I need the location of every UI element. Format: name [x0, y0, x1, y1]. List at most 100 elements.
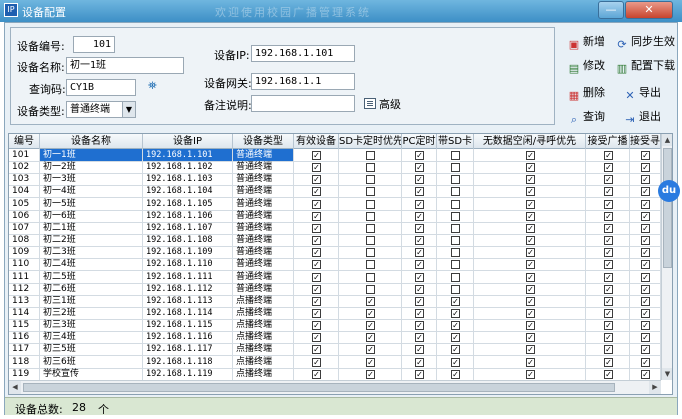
scroll-left-icon[interactable]: ◀: [9, 381, 21, 394]
column-header[interactable]: PC定时: [402, 134, 437, 149]
column-header[interactable]: 设备类型: [233, 134, 294, 149]
checkbox-checked[interactable]: ✓: [604, 211, 613, 221]
scroll-down-icon[interactable]: ▼: [662, 368, 672, 380]
checkbox-checked[interactable]: ✓: [641, 199, 650, 209]
device-ip-field[interactable]: 192.168.1.101: [251, 45, 355, 62]
checkbox-checked[interactable]: ✓: [641, 211, 650, 221]
checkbox-unchecked[interactable]: [366, 236, 375, 246]
checkbox-checked[interactable]: ✓: [312, 369, 321, 379]
table-row[interactable]: 105 初一5班 192.168.1.105 普通终端 ✓ ✓ ✓ ✓ ✓: [9, 197, 661, 211]
checkbox-checked[interactable]: ✓: [641, 248, 650, 258]
checkbox-checked[interactable]: ✓: [312, 260, 321, 270]
checkbox-checked[interactable]: ✓: [641, 236, 650, 246]
checkbox-checked[interactable]: ✓: [312, 284, 321, 294]
network-lookup-icon[interactable]: ⛯: [148, 80, 162, 92]
checkbox-checked[interactable]: ✓: [526, 211, 535, 221]
checkbox-checked[interactable]: ✓: [415, 369, 424, 379]
checkbox-checked[interactable]: ✓: [451, 321, 460, 331]
checkbox-checked[interactable]: ✓: [641, 296, 650, 306]
checkbox-checked[interactable]: ✓: [312, 321, 321, 331]
column-header[interactable]: 带SD卡: [437, 134, 474, 149]
checkbox-unchecked[interactable]: [366, 187, 375, 197]
checkbox-unchecked[interactable]: [451, 248, 460, 258]
checkbox-checked[interactable]: ✓: [604, 151, 613, 160]
checkbox-checked[interactable]: ✓: [415, 260, 424, 270]
checkbox-checked[interactable]: ✓: [641, 260, 650, 270]
advanced-button[interactable]: 高级: [364, 96, 401, 112]
table-row[interactable]: 104 初一4班 192.168.1.104 普通终端 ✓ ✓ ✓ ✓ ✓: [9, 185, 661, 199]
checkbox-checked[interactable]: ✓: [604, 236, 613, 246]
table-row[interactable]: 119 学校宣传 192.168.1.119 点播终端 ✓ ✓ ✓ ✓ ✓ ✓ ✓: [9, 367, 661, 381]
checkbox-checked[interactable]: ✓: [366, 357, 375, 367]
checkbox-checked[interactable]: ✓: [451, 345, 460, 355]
checkbox-checked[interactable]: ✓: [604, 296, 613, 306]
checkbox-checked[interactable]: ✓: [604, 223, 613, 233]
column-header[interactable]: 设备IP: [143, 134, 233, 149]
device-no-field[interactable]: 101: [73, 36, 115, 53]
gateway-field[interactable]: 192.168.1.1: [251, 73, 355, 90]
checkbox-checked[interactable]: ✓: [641, 187, 650, 197]
checkbox-checked[interactable]: ✓: [641, 151, 650, 160]
scroll-right-icon[interactable]: ▶: [649, 381, 661, 394]
checkbox-checked[interactable]: ✓: [526, 248, 535, 258]
table-row[interactable]: 112 初二6班 192.168.1.112 普通终端 ✓ ✓ ✓ ✓ ✓: [9, 282, 661, 296]
checkbox-checked[interactable]: ✓: [451, 369, 460, 379]
checkbox-checked[interactable]: ✓: [641, 272, 650, 282]
checkbox-checked[interactable]: ✓: [604, 175, 613, 185]
checkbox-checked[interactable]: ✓: [604, 369, 613, 379]
checkbox-unchecked[interactable]: [366, 151, 375, 160]
checkbox-checked[interactable]: ✓: [526, 272, 535, 282]
checkbox-checked[interactable]: ✓: [604, 260, 613, 270]
checkbox-checked[interactable]: ✓: [415, 333, 424, 343]
checkbox-checked[interactable]: ✓: [641, 321, 650, 331]
checkbox-checked[interactable]: ✓: [415, 321, 424, 331]
checkbox-checked[interactable]: ✓: [415, 187, 424, 197]
checkbox-checked[interactable]: ✓: [366, 369, 375, 379]
device-name-field[interactable]: 初一1班: [66, 57, 184, 74]
checkbox-checked[interactable]: ✓: [526, 296, 535, 306]
checkbox-unchecked[interactable]: [366, 223, 375, 233]
query-button[interactable]: ⌕ 查询: [567, 107, 605, 127]
table-row[interactable]: 114 初三2班 192.168.1.114 点播终端 ✓ ✓ ✓ ✓ ✓ ✓ ✓: [9, 306, 661, 320]
checkbox-checked[interactable]: ✓: [312, 333, 321, 343]
checkbox-checked[interactable]: ✓: [451, 333, 460, 343]
checkbox-checked[interactable]: ✓: [641, 345, 650, 355]
column-header[interactable]: SD卡定时优先: [339, 134, 402, 149]
checkbox-checked[interactable]: ✓: [526, 345, 535, 355]
checkbox-checked[interactable]: ✓: [526, 199, 535, 209]
column-header[interactable]: 接受广播: [586, 134, 630, 149]
checkbox-checked[interactable]: ✓: [415, 308, 424, 318]
table-row[interactable]: 109 初二3班 192.168.1.109 普通终端 ✓ ✓ ✓ ✓ ✓: [9, 246, 661, 260]
checkbox-checked[interactable]: ✓: [604, 308, 613, 318]
checkbox-checked[interactable]: ✓: [641, 357, 650, 367]
exit-button[interactable]: ⇥ 退出: [623, 107, 661, 127]
checkbox-checked[interactable]: ✓: [415, 199, 424, 209]
delete-button[interactable]: ▦ 删除: [567, 83, 605, 103]
checkbox-checked[interactable]: ✓: [604, 199, 613, 209]
checkbox-checked[interactable]: ✓: [604, 248, 613, 258]
scroll-up-icon[interactable]: ▲: [662, 134, 672, 146]
checkbox-checked[interactable]: ✓: [526, 175, 535, 185]
checkbox-checked[interactable]: ✓: [526, 321, 535, 331]
checkbox-unchecked[interactable]: [451, 211, 460, 221]
checkbox-unchecked[interactable]: [366, 199, 375, 209]
checkbox-checked[interactable]: ✓: [415, 345, 424, 355]
column-header[interactable]: 无数据空闲/寻呼优先: [474, 134, 586, 149]
column-header[interactable]: 接受寻呼: [630, 134, 661, 149]
edit-button[interactable]: ▤ 修改: [567, 56, 605, 76]
table-row[interactable]: 101 初一1班 192.168.1.101 普通终端 ✓ ✓ ✓ ✓ ✓: [9, 149, 661, 162]
add-button[interactable]: ▣ 新增: [567, 32, 605, 52]
vertical-scroll-thumb[interactable]: [663, 148, 672, 268]
checkbox-unchecked[interactable]: [366, 175, 375, 185]
checkbox-unchecked[interactable]: [451, 223, 460, 233]
checkbox-checked[interactable]: ✓: [526, 308, 535, 318]
checkbox-checked[interactable]: ✓: [312, 236, 321, 246]
checkbox-checked[interactable]: ✓: [312, 308, 321, 318]
table-row[interactable]: 113 初三1班 192.168.1.113 点播终端 ✓ ✓ ✓ ✓ ✓ ✓ ✓: [9, 294, 661, 308]
checkbox-unchecked[interactable]: [451, 260, 460, 270]
checkbox-checked[interactable]: ✓: [641, 333, 650, 343]
floating-assistant-icon[interactable]: du: [658, 180, 680, 202]
checkbox-checked[interactable]: ✓: [451, 296, 460, 306]
checkbox-checked[interactable]: ✓: [312, 163, 321, 173]
checkbox-checked[interactable]: ✓: [312, 187, 321, 197]
